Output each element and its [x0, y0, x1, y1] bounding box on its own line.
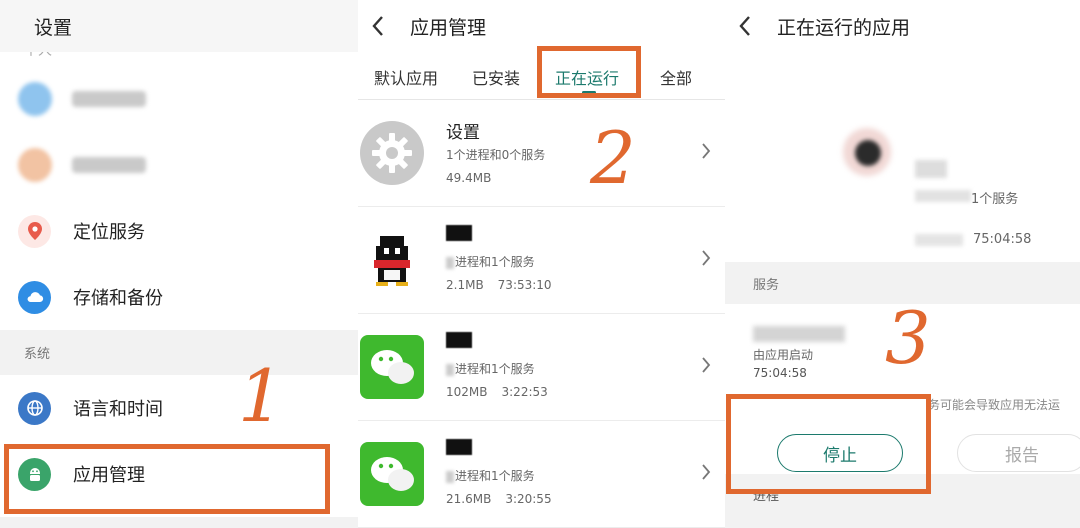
wechat-icon [360, 335, 424, 399]
blurred-label [72, 91, 146, 107]
qq-penguin-icon [374, 236, 410, 286]
settings-item-label: 语言和时间 [73, 399, 163, 420]
app-process-info: 进程和1个服务 [455, 469, 535, 483]
redacted-name [446, 225, 472, 241]
chevron-right-icon [702, 357, 711, 373]
list-item[interactable]: 进程和1个服务 2.1MB 73:53:10 [358, 207, 725, 314]
back-button[interactable] [358, 15, 398, 37]
chevron-left-icon [372, 16, 383, 36]
app-name [446, 332, 548, 354]
redacted-text [446, 363, 454, 376]
back-button[interactable] [725, 15, 765, 37]
blurred-app-icon [18, 148, 52, 182]
app-memory: 49.4MB [446, 171, 492, 185]
location-pin-icon [18, 214, 51, 248]
blurred-app-icon [18, 82, 52, 116]
redacted-text [446, 470, 454, 483]
redacted-name [915, 160, 947, 178]
gear-icon [360, 121, 424, 185]
app-management-header: 应用管理 [358, 0, 725, 52]
redacted-service-name [753, 326, 845, 342]
page-title: 应用管理 [410, 16, 487, 39]
service-run-time: 75:04:58 [753, 366, 807, 380]
tab-all[interactable]: 全部 [660, 65, 692, 89]
highlight-box-step3 [726, 394, 931, 494]
app-name [446, 225, 552, 247]
app-run-time: 3:22:53 [501, 385, 548, 399]
tab-default-apps[interactable]: 默认应用 [374, 65, 438, 89]
chevron-right-icon [702, 464, 711, 480]
tab-installed[interactable]: 已安装 [472, 65, 520, 89]
app-run-time: 3:20:55 [505, 492, 552, 506]
report-button[interactable]: 报告 [957, 434, 1080, 472]
list-item[interactable]: 进程和1个服务 102MB 3:22:53 [358, 314, 725, 421]
step-number-1: 1 [238, 354, 284, 438]
settings-item-storage[interactable]: 存储和备份 [0, 264, 358, 330]
app-memory: 2.1MB [446, 278, 484, 292]
list-item[interactable]: 设置 1个进程和0个服务 49.4MB [358, 100, 725, 207]
highlight-box-step2 [537, 46, 641, 98]
step-number-3: 3 [885, 296, 931, 380]
app-avatar-detail [855, 140, 881, 166]
service-origin: 由应用启动 [753, 348, 814, 362]
stop-warning-text: 务可能会导致应用无法运 [928, 398, 1061, 412]
running-app-summary: 1个服务 75:04:58 [725, 52, 1080, 262]
chevron-right-icon [702, 143, 711, 159]
settings-header: 设置 [0, 0, 358, 52]
settings-item-location[interactable]: 定位服务 [0, 198, 358, 264]
chevron-right-icon [702, 250, 711, 266]
app-services-count: 1个服务 [971, 192, 1019, 207]
redacted-name [446, 439, 472, 455]
section-label-system: 系统 [0, 330, 358, 375]
page-title: 设置 [34, 16, 73, 39]
highlight-box-step1 [4, 444, 330, 514]
settings-item-label: 定位服务 [73, 222, 145, 243]
app-run-time: 75:04:58 [973, 232, 1032, 247]
settings-item-language[interactable]: 语言和时间 [0, 375, 358, 441]
app-process-info: 1个进程和0个服务 [446, 148, 546, 162]
settings-item-blurred-2[interactable] [0, 132, 358, 198]
settings-item-label: 存储和备份 [73, 288, 163, 309]
page-title: 正在运行的应用 [777, 16, 911, 39]
app-run-time: 73:53:10 [497, 278, 552, 292]
redacted-text [446, 256, 454, 269]
app-process-info: 进程和1个服务 [455, 255, 535, 269]
step-number-2: 2 [590, 116, 636, 200]
blurred-label [72, 157, 146, 173]
app-name: 设置 [446, 123, 480, 143]
running-app-header: 正在运行的应用 [725, 0, 1080, 52]
chevron-left-icon [739, 16, 750, 36]
redacted-text [915, 190, 971, 202]
cloud-icon [18, 280, 51, 314]
app-process-info: 进程和1个服务 [455, 362, 535, 376]
globe-icon [18, 391, 51, 425]
settings-item-blurred-1[interactable] [0, 66, 358, 132]
app-memory: 102MB [446, 385, 488, 399]
redacted-text [915, 234, 963, 246]
section-cut: 个人 [0, 52, 358, 66]
redacted-name [446, 332, 472, 348]
app-name [446, 439, 552, 461]
section-label-personal: 个人 [24, 52, 52, 60]
app-memory: 21.6MB [446, 492, 492, 506]
wechat-icon [360, 442, 424, 506]
list-item[interactable]: 进程和1个服务 21.6MB 3:20:55 [358, 421, 725, 528]
